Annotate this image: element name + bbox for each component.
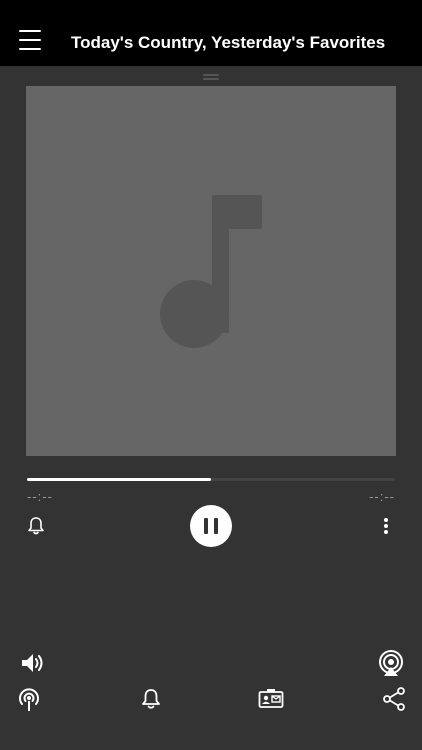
podcast-icon[interactable] [17, 687, 41, 713]
pause-button[interactable] [190, 505, 232, 547]
progress-bar[interactable] [27, 478, 395, 481]
page-title: Today's Country, Yesterday's Favorites [71, 33, 386, 52]
music-note-icon [160, 195, 262, 348]
bell-icon[interactable] [141, 688, 161, 710]
bell-icon[interactable] [27, 516, 45, 536]
album-artwork [26, 86, 396, 456]
airplay-icon[interactable] [377, 649, 405, 677]
remaining-time: --:-- [369, 489, 395, 504]
hamburger-menu-icon[interactable] [19, 30, 43, 54]
volume-icon[interactable] [19, 650, 45, 676]
share-icon[interactable] [382, 687, 406, 711]
progress-fill [27, 478, 211, 481]
contact-card-icon[interactable] [258, 688, 284, 710]
header-bar: Today's Country, Yesterday's Favorites [0, 0, 422, 66]
player-screen: Today's Country, Yesterday's Favorites -… [0, 0, 422, 750]
drag-handle[interactable] [203, 74, 219, 80]
more-vertical-icon[interactable] [380, 516, 392, 536]
elapsed-time: --:-- [27, 489, 53, 504]
pause-icon [204, 518, 208, 534]
